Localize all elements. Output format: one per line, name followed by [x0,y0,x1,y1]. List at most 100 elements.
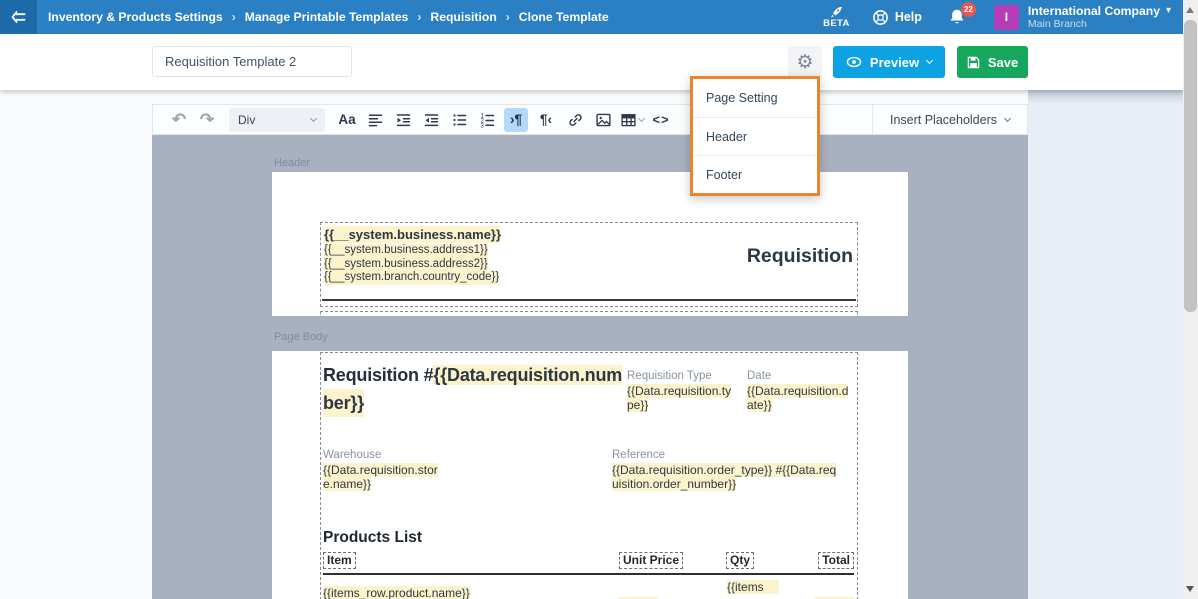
link-icon[interactable] [564,108,586,132]
editor-toolbar: ↶ ↷ Div Aa [152,104,1028,135]
collapse-sidebar-icon [10,9,27,25]
template-name-input[interactable] [152,46,352,77]
breadcrumb-item-manage-templates[interactable]: Manage Printable Templates [245,10,409,24]
scrollbar-thumb[interactable] [1184,20,1197,312]
page-settings-button[interactable]: ⚙ [788,46,822,78]
breadcrumb-item-clone-template: Clone Template [519,10,609,24]
breadcrumb-item-inventory-settings[interactable]: Inventory & Products Settings [48,10,223,24]
paragraph-ltr-icon[interactable]: ›¶ [504,108,528,132]
paragraph-rtl-icon[interactable]: ¶‹ [534,108,558,132]
column-header-total: Total [818,552,854,569]
breadcrumb-item-requisition[interactable]: Requisition [430,10,496,24]
scrollbar-down-arrow[interactable] [1186,586,1194,592]
warehouse-label: Warehouse [323,448,463,462]
row-item-placeholder: {{items_row.product.name}} [323,586,470,599]
products-table-divider [323,573,854,575]
top-navigation-bar: Inventory & Products Settings › Manage P… [0,0,1183,34]
outdent-icon[interactable] [420,108,442,132]
align-left-icon[interactable] [364,108,386,132]
unordered-list-icon[interactable] [448,108,470,132]
gear-icon: ⚙ [796,53,813,72]
image-icon[interactable] [592,108,614,132]
date-placeholder: {{Data.requisition.d [747,384,848,398]
document-canvas: Header {{__system.business.name}} {{__sy… [152,135,1028,599]
body-content-block[interactable]: Requisition #{{Data.requisition.num ber}… [320,352,858,599]
preview-button[interactable]: Preview [833,46,945,78]
date-label: Date [747,369,857,383]
column-header-qty: Qty [726,552,754,569]
company-avatar[interactable]: I [994,5,1019,30]
block-format-select[interactable]: Div [229,108,325,132]
requisition-type-placeholder: {{Data.requisition.ty [627,384,731,398]
country-code-placeholder: {{__system.branch.country_code}} [324,271,499,285]
row-qty-placeholder: {{items [727,580,779,594]
business-info-block: {{__system.business.name}} {{__system.bu… [324,226,501,285]
date-field: Date {{Data.requisition.d ate}} [747,369,857,412]
collapse-sidebar-button[interactable] [0,0,37,34]
save-label: Save [988,55,1018,70]
help-label: Help [895,10,922,24]
header-section-label: Header [274,157,310,169]
reference-label: Reference [612,448,860,462]
breadcrumb-separator: › [417,10,421,24]
column-header-unit-price: Unit Price [619,552,683,569]
menu-item-footer[interactable]: Footer [693,155,817,193]
reference-field: Reference {{Data.requisition.order_type}… [612,448,860,491]
table-icon[interactable] [620,108,644,132]
company-name: International Company [1028,5,1160,18]
warehouse-field: Warehouse {{Data.requisition.stor e.name… [323,448,463,491]
insert-placeholders-button[interactable]: Insert Placeholders [872,105,1027,134]
chevron-down-icon: ▾ [1166,6,1171,16]
svg-text:3: 3 [480,123,484,128]
branch-name: Main Branch [1028,18,1171,30]
header-content-block[interactable]: {{__system.business.name}} {{__system.bu… [320,222,858,307]
scrollbar-up-arrow[interactable] [1186,7,1194,13]
right-gutter [1028,90,1183,599]
requisition-heading: Requisition #{{Data.requisition.num ber}… [323,361,653,417]
body-page-canvas[interactable]: Requisition #{{Data.requisition.num ber}… [272,351,908,599]
save-button[interactable]: Save [957,46,1028,78]
breadcrumb-separator: › [232,10,236,24]
requisition-number-placeholder: {{Data.requisition.num [433,365,622,385]
products-table-header: Item Unit Price Qty Total [323,552,854,570]
font-style-button[interactable]: Aa [336,108,358,132]
redo-icon[interactable]: ↷ [196,108,218,132]
vertical-scrollbar[interactable] [1183,0,1198,599]
chevron-down-icon [926,57,933,64]
insert-placeholders-label: Insert Placeholders [890,113,997,127]
beta-label: BETA [823,19,850,29]
products-list-title: Products List [323,529,422,547]
heading-prefix: Requisition # [323,365,433,385]
eye-icon [846,56,862,68]
chevron-down-icon [1004,114,1011,121]
company-menu[interactable]: International Company ▾ Main Branch [1028,5,1171,30]
code-view-icon[interactable]: <> [650,108,672,132]
topbar-right-cluster: BETA Help [823,0,1171,34]
indent-icon[interactable] [392,108,414,132]
notifications-button[interactable]: 22 [948,8,966,27]
body-section-label: Page Body [274,331,328,343]
notification-count-badge: 22 [961,2,976,17]
breadcrumb: Inventory & Products Settings › Manage P… [48,10,609,24]
ordered-list-icon[interactable]: 1 2 3 [476,108,498,132]
header-divider-line [322,299,856,301]
requisition-type-field: Requisition Type {{Data.requisition.ty p… [627,369,745,412]
help-lifebuoy-icon [872,9,889,26]
action-bar: ⚙ Preview Save [0,34,1183,90]
menu-item-header[interactable]: Header [693,117,817,155]
block-format-value: Div [238,113,255,127]
chevron-down-icon [310,114,317,121]
header-second-block[interactable] [320,311,858,316]
document-title: Requisition [747,245,853,268]
save-floppy-icon [967,56,980,69]
menu-item-page-setting[interactable]: Page Setting [693,79,817,117]
undo-icon[interactable]: ↶ [168,108,190,132]
page-settings-menu: Page Setting Header Footer [690,76,820,196]
business-name-placeholder: {{__system.business.name}} [324,226,501,243]
address2-placeholder: {{__system.business.address2}} [324,258,488,272]
preview-label: Preview [870,55,919,70]
help-button[interactable]: Help [872,9,922,26]
reference-placeholder: {{Data.requisition.order_type}} #{{Data.… [612,463,836,477]
beta-badge: BETA [823,5,850,29]
chevron-down-icon [638,114,645,121]
